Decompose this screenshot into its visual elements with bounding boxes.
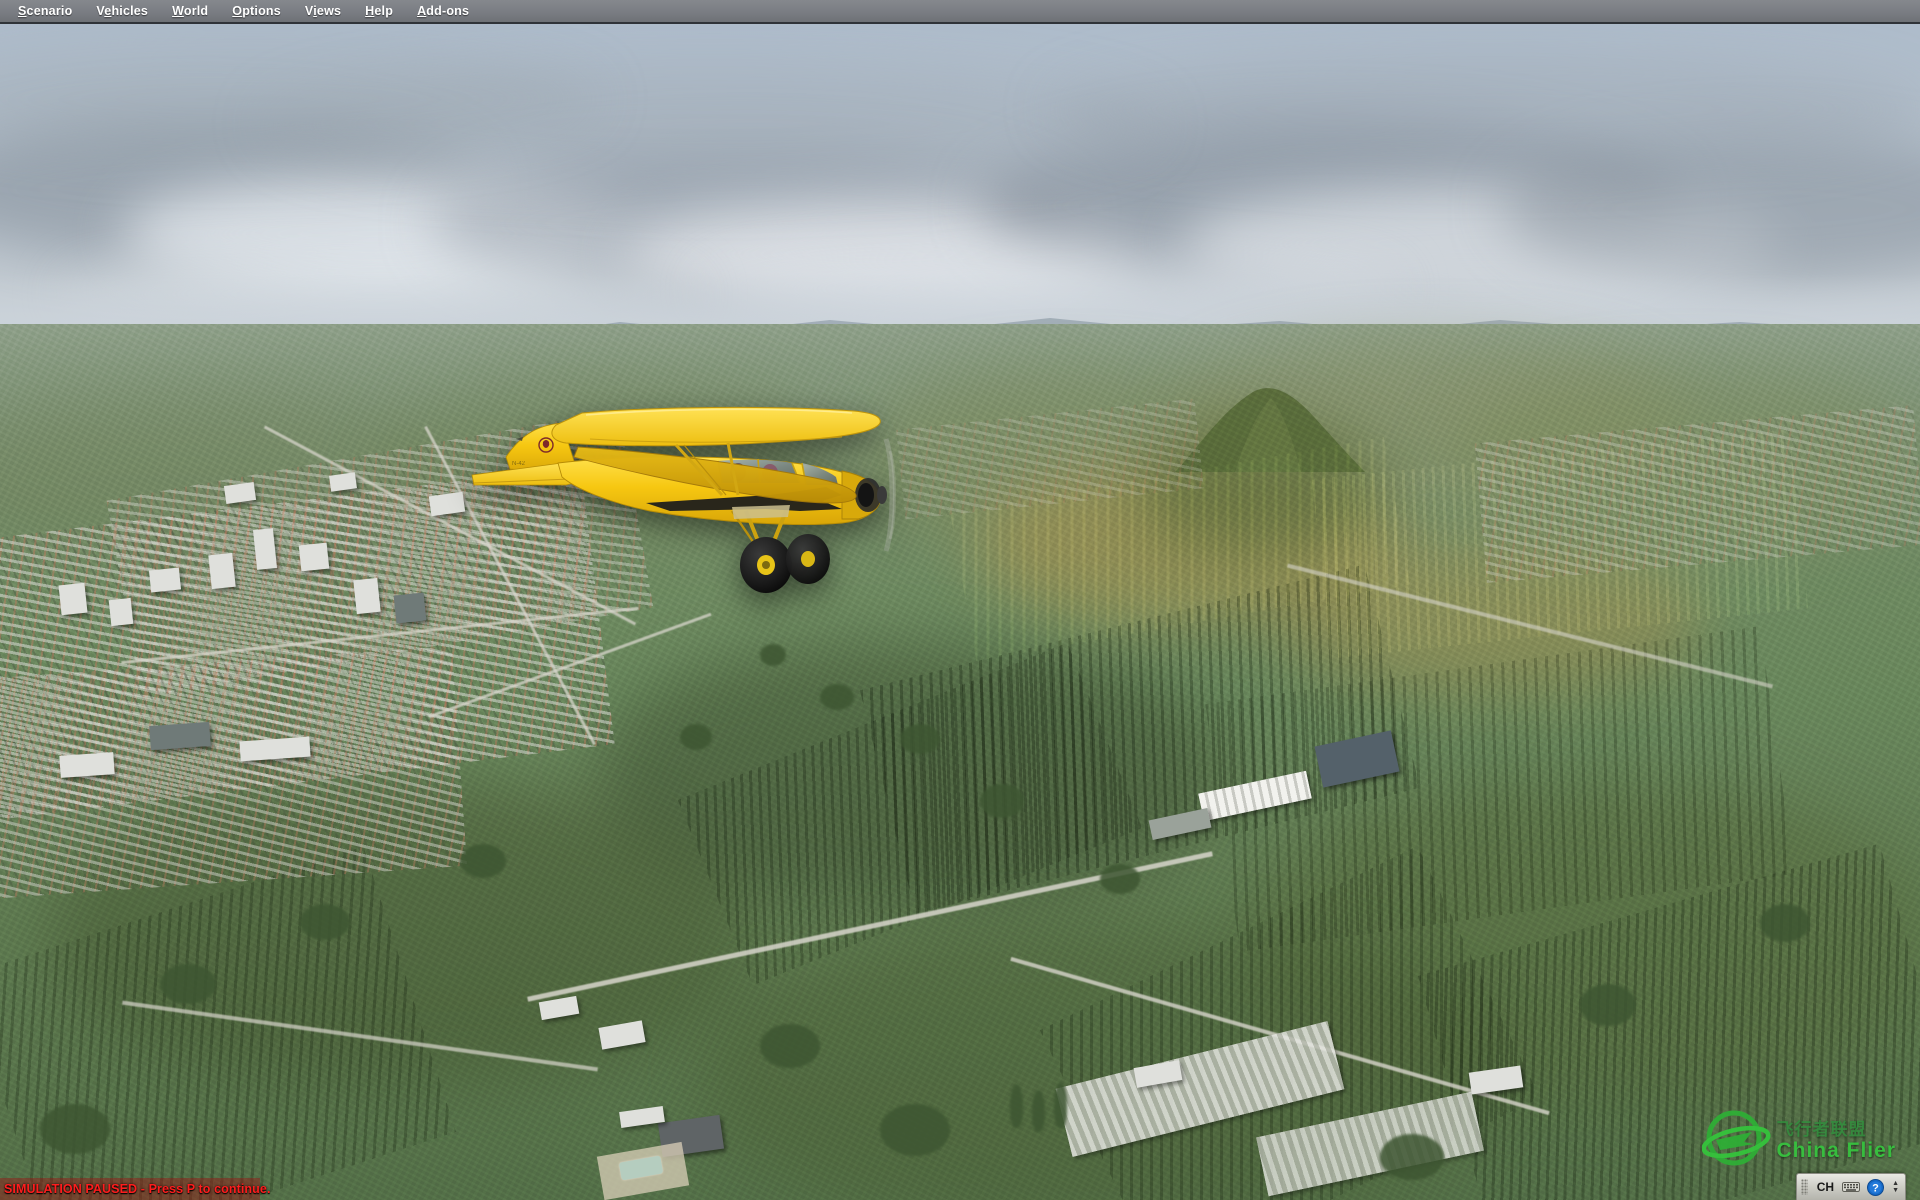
tree: [300, 904, 350, 940]
tree: [680, 724, 712, 750]
menu-bar: Scenario Vehicles World Options Views He…: [0, 0, 1920, 24]
menu-item-options[interactable]: Options: [220, 1, 293, 21]
tree: [40, 1104, 110, 1154]
tree: [1760, 904, 1810, 942]
building: [394, 593, 427, 624]
tree: [900, 724, 940, 754]
simulator-viewport[interactable]: N-42: [0, 24, 1920, 1200]
cloud: [1050, 54, 1920, 164]
tree: [820, 684, 854, 710]
tree: [760, 1024, 820, 1068]
aircraft-piper-j3-cub: N-42: [470, 399, 930, 619]
tree: [1380, 1134, 1444, 1180]
arrow-down-icon[interactable]: ▼: [1892, 1187, 1899, 1194]
menu-item-scenario[interactable]: Scenario: [6, 1, 84, 21]
tree: [160, 964, 216, 1004]
cypress-tree: [1054, 1082, 1067, 1128]
menu-item-views[interactable]: Views: [293, 1, 353, 21]
menu-item-addons[interactable]: Add-ons: [405, 1, 481, 21]
tree: [460, 844, 506, 878]
flight-simulator-window: Scenario Vehicles World Options Views He…: [0, 0, 1920, 1200]
tree: [980, 784, 1024, 818]
menu-item-help[interactable]: Help: [353, 1, 405, 21]
tree: [760, 644, 786, 666]
arrow-up-icon[interactable]: ▲: [1892, 1180, 1899, 1187]
building: [208, 553, 235, 589]
tree: [880, 1104, 950, 1156]
expand-collapse-arrows-icon[interactable]: ▲ ▼: [1890, 1180, 1901, 1194]
ime-language-label[interactable]: CH: [1812, 1180, 1839, 1194]
building: [149, 567, 181, 592]
ime-language-bar[interactable]: CH: [1796, 1173, 1906, 1200]
building: [253, 528, 277, 570]
menu-item-vehicles[interactable]: Vehicles: [84, 1, 160, 21]
help-icon[interactable]: ?: [1864, 1177, 1886, 1197]
building: [59, 752, 114, 778]
tree: [1580, 984, 1636, 1026]
svg-text:N-42: N-42: [512, 461, 526, 467]
menu-item-world[interactable]: World: [160, 1, 220, 21]
building: [149, 722, 211, 750]
building: [59, 583, 88, 616]
tree: [1100, 864, 1140, 894]
building: [109, 598, 134, 626]
cypress-tree: [1032, 1090, 1045, 1132]
building: [299, 543, 330, 572]
building: [353, 578, 380, 614]
simulation-paused-banner: SIMULATION PAUSED - Press P to continue.: [0, 1178, 260, 1200]
drag-grip-icon[interactable]: [1801, 1179, 1808, 1195]
keyboard-icon[interactable]: [1840, 1177, 1862, 1197]
cypress-tree: [1010, 1084, 1023, 1128]
paused-message: SIMULATION PAUSED - Press P to continue.: [0, 1182, 271, 1196]
svg-text:?: ?: [1872, 1182, 1879, 1194]
